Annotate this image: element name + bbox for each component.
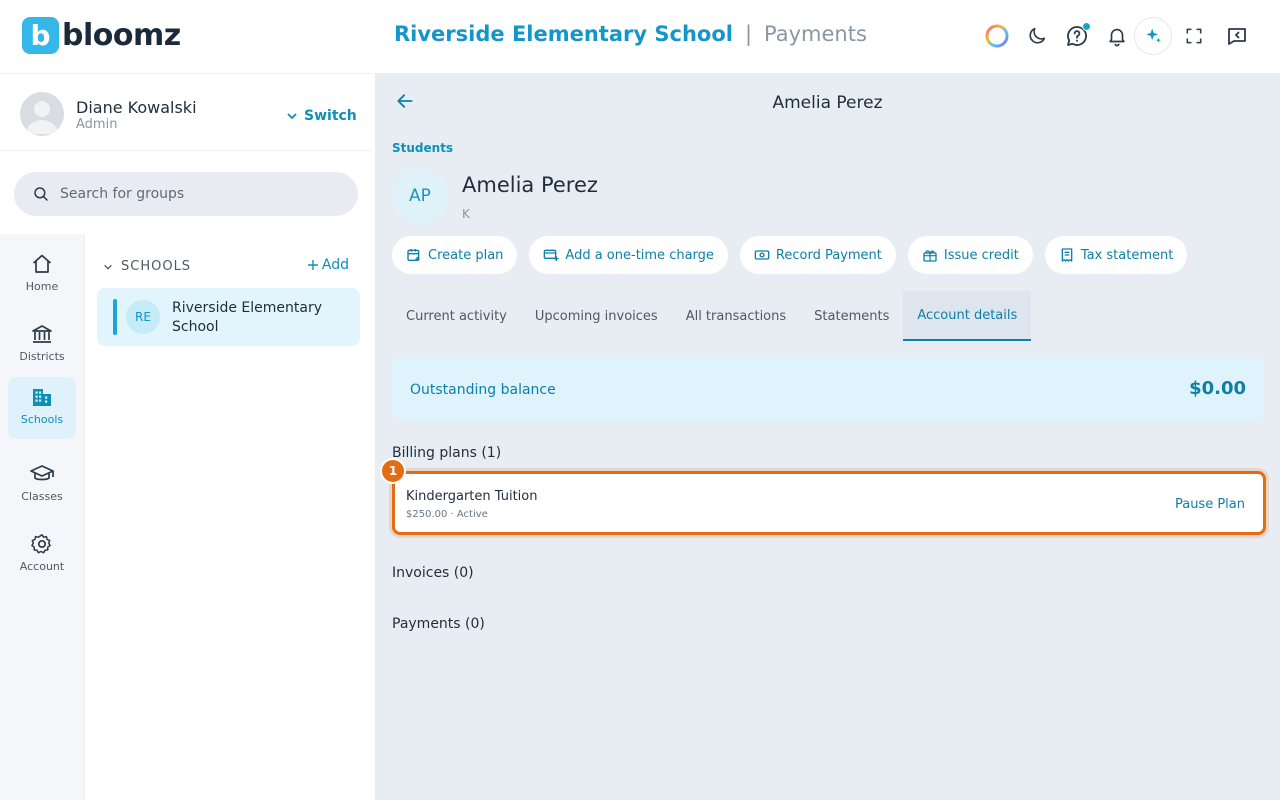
tab-statements[interactable]: Statements <box>800 291 903 341</box>
cash-icon <box>754 250 770 260</box>
card-plus-icon <box>544 249 560 261</box>
tab-all-transactions[interactable]: All transactions <box>672 291 800 341</box>
account-tabs: Current activity Upcoming invoices All t… <box>392 291 1032 341</box>
left-sidebar: Diane Kowalski Admin Switch Search for g… <box>0 73 375 800</box>
school-list-item[interactable]: RE Riverside Elementary School <box>97 288 360 346</box>
tax-statement-button[interactable]: Tax statement <box>1044 236 1188 274</box>
record-payment-button[interactable]: Record Payment <box>739 236 896 274</box>
search-input[interactable]: Search for groups <box>14 172 358 216</box>
add-charge-label: Add a one-time charge <box>565 247 714 263</box>
nav-item-districts[interactable]: Districts <box>8 314 76 376</box>
invoices-heading: Invoices (0) <box>392 565 474 581</box>
plan-name: Kindergarten Tuition <box>406 489 538 504</box>
chevron-down-icon[interactable] <box>103 262 113 272</box>
nav-label: Account <box>19 560 65 573</box>
tab-current-activity[interactable]: Current activity <box>392 291 521 341</box>
tax-statement-label: Tax statement <box>1080 247 1174 263</box>
nav-label: Schools <box>20 413 64 426</box>
add-one-time-charge-button[interactable]: Add a one-time charge <box>529 236 728 274</box>
building-icon <box>33 389 51 406</box>
color-wheel-icon[interactable] <box>981 20 1013 52</box>
payments-heading: Payments (0) <box>392 616 485 632</box>
back-button[interactable] <box>395 91 415 111</box>
schools-heading: SCHOOLS <box>121 259 192 274</box>
bloomz-logo[interactable]: b bloomz <box>22 17 181 54</box>
bell-icon[interactable] <box>1101 20 1133 52</box>
calendar-plus-icon <box>407 249 420 261</box>
schools-section-header[interactable]: SCHOOLS Add <box>103 257 349 274</box>
moon-icon[interactable] <box>1021 20 1053 52</box>
chevron-down-icon <box>287 113 297 120</box>
pause-plan-button[interactable]: Pause Plan <box>1175 497 1245 512</box>
selected-indicator <box>113 299 117 335</box>
user-name: Diane Kowalski <box>76 98 197 117</box>
logo-text: bloomz <box>62 18 181 53</box>
plus-icon <box>307 260 318 270</box>
create-plan-label: Create plan <box>428 247 504 263</box>
groups-panel: SCHOOLS Add RE Riverside Elementary Scho… <box>85 234 375 800</box>
bank-icon <box>32 325 52 343</box>
main-content: Amelia Perez Students AP Amelia Perez K … <box>375 73 1280 800</box>
arrow-left-icon <box>397 94 413 108</box>
search-placeholder: Search for groups <box>60 186 185 202</box>
gift-icon <box>923 250 937 262</box>
header-separator: | <box>744 22 753 46</box>
nav-label: Districts <box>19 350 65 363</box>
help-chat-icon[interactable] <box>1061 20 1093 52</box>
create-plan-button[interactable]: Create plan <box>392 236 518 274</box>
step-marker-badge: 1 <box>380 458 406 484</box>
top-bar: b bloomz Riverside Elementary School | P… <box>0 0 1280 73</box>
header-section-name: Payments <box>764 22 867 46</box>
billing-plan-card[interactable]: Kindergarten Tuition $250.00 · Active Pa… <box>392 471 1266 535</box>
logo-mark: b <box>22 17 59 54</box>
balance-label: Outstanding balance <box>410 382 556 398</box>
action-buttons: Create plan Add a one-time charge Record… <box>392 236 1188 274</box>
page-title: Amelia Perez <box>772 93 883 113</box>
outstanding-balance-card: Outstanding balance $0.00 <box>392 358 1264 421</box>
search-icon <box>32 185 50 203</box>
nav-item-schools[interactable]: Schools <box>8 377 76 439</box>
fullscreen-icon[interactable] <box>1178 20 1210 52</box>
switch-label: Switch <box>304 108 357 124</box>
school-name: Riverside Elementary School <box>172 300 322 335</box>
nav-item-classes[interactable]: Classes <box>8 454 76 516</box>
page-header-title: Riverside Elementary School | Payments <box>394 22 867 46</box>
nav-label: Classes <box>21 490 63 503</box>
nav-item-account[interactable]: Account <box>8 524 76 586</box>
record-payment-label: Record Payment <box>775 247 882 263</box>
student-name: Amelia Perez <box>462 173 598 197</box>
breadcrumb-students[interactable]: Students <box>392 141 453 155</box>
user-role: Admin <box>76 117 118 132</box>
student-grade: K <box>462 207 470 221</box>
billing-plans-heading: Billing plans (1) <box>392 445 502 461</box>
add-school-button[interactable]: Add <box>307 257 349 273</box>
school-initials-badge: RE <box>126 300 160 334</box>
tab-upcoming-invoices[interactable]: Upcoming invoices <box>521 291 672 341</box>
collapse-panel-icon[interactable] <box>1221 20 1253 52</box>
issue-credit-label: Issue credit <box>943 247 1019 263</box>
tab-account-details[interactable]: Account details <box>903 291 1032 341</box>
header-school-name: Riverside Elementary School <box>394 22 733 46</box>
add-label: Add <box>321 257 349 273</box>
graduation-cap-icon <box>30 465 54 481</box>
switch-account-button[interactable]: Switch <box>286 108 357 124</box>
receipt-icon <box>1061 248 1073 262</box>
home-icon <box>32 254 52 273</box>
plan-meta: $250.00 · Active <box>406 509 488 520</box>
student-avatar: AP <box>392 168 448 224</box>
nav-item-home[interactable]: Home <box>8 244 76 306</box>
gear-icon <box>31 534 51 554</box>
avatar[interactable] <box>20 92 64 136</box>
balance-amount: $0.00 <box>1189 378 1246 399</box>
user-panel: Diane Kowalski Admin Switch <box>0 73 372 151</box>
notification-dot <box>1082 22 1091 31</box>
sparkle-icon[interactable] <box>1134 17 1172 55</box>
nav-rail: Home Districts Schools Classes Account <box>0 234 85 800</box>
nav-label: Home <box>25 280 59 293</box>
issue-credit-button[interactable]: Issue credit <box>907 236 1033 274</box>
